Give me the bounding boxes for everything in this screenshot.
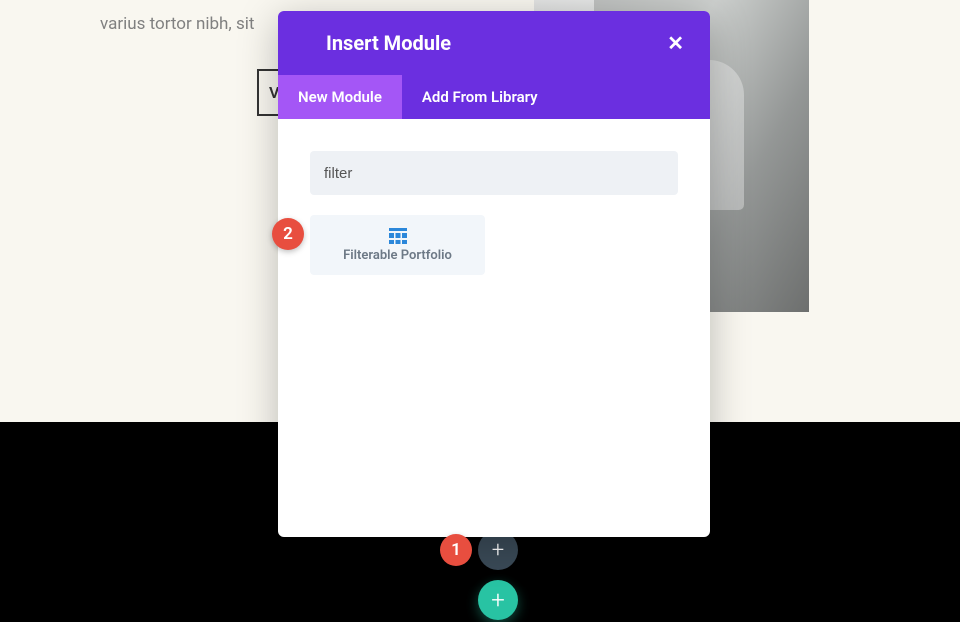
module-label: Filterable Portfolio: [343, 248, 452, 263]
modal-tabs: New Module Add From Library: [278, 75, 710, 119]
add-section-button[interactable]: +: [478, 580, 518, 620]
insert-module-modal: Insert Module ✕ New Module Add From Libr…: [278, 11, 710, 537]
plus-icon: +: [492, 538, 504, 563]
annotation-marker-1: 1: [440, 534, 472, 566]
module-search-input[interactable]: [310, 151, 678, 195]
page-body-text: varius tortor nibh, sit: [100, 14, 254, 34]
portfolio-grid-icon: [389, 228, 407, 244]
modal-title: Insert Module: [326, 31, 451, 55]
plus-icon: +: [491, 586, 505, 614]
modal-body: Filterable Portfolio: [278, 119, 710, 537]
tab-add-from-library[interactable]: Add From Library: [402, 75, 558, 119]
tab-new-module[interactable]: New Module: [278, 75, 402, 119]
module-grid: Filterable Portfolio: [310, 215, 678, 275]
module-filterable-portfolio[interactable]: Filterable Portfolio: [310, 215, 485, 275]
close-button[interactable]: ✕: [667, 31, 684, 55]
modal-header: Insert Module ✕: [278, 11, 710, 75]
annotation-marker-2: 2: [272, 218, 304, 250]
close-icon: ✕: [667, 31, 684, 55]
